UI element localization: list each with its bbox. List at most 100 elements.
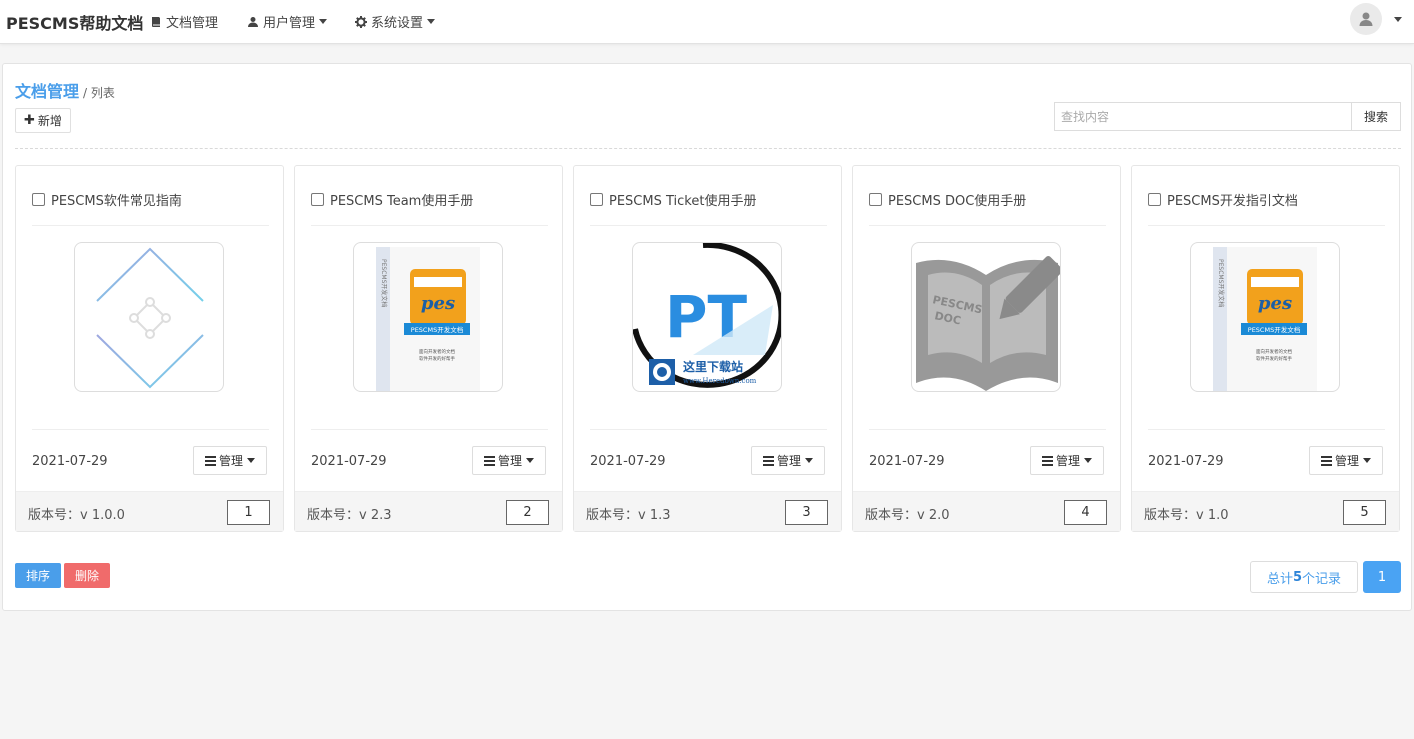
book-icon [152,16,160,27]
user-icon [248,16,258,27]
delete-button[interactable]: 删除 [64,563,110,588]
card-footer: 版本号：v 2.3 2 [295,491,562,531]
divider [15,148,1401,149]
card-checkbox[interactable] [32,193,45,206]
manage-label: 管理 [776,454,801,468]
version-label: 版本号：v 1.0.0 [28,508,125,523]
doc-book-icon: PESCMS DOC [916,256,1060,391]
divider [1148,429,1385,430]
chevron-down-icon [247,458,255,463]
divider [1148,225,1385,226]
chevron-down-icon [805,458,813,463]
sort-order-input[interactable]: 2 [506,500,549,525]
list-icon [204,454,216,468]
sort-order-input[interactable]: 5 [1343,500,1386,525]
card-thumbnail[interactable]: PT 这里下载站 www.Heredown.com [632,242,782,392]
card-checkbox[interactable] [1148,193,1161,206]
nav-settings[interactable]: 系统设置 [355,12,436,31]
sort-order-input[interactable]: 4 [1064,500,1107,525]
card-checkbox[interactable] [590,193,603,206]
manage-dropdown-button[interactable]: 管理 [751,446,825,475]
document-card: PESCMS软件常见指南 2021-07-29 管理 版本号：v 1.0.0 1 [15,165,284,532]
nav-documents[interactable]: 文档管理 [150,12,218,31]
chevron-down-icon [319,19,328,24]
card-title[interactable]: PESCMS DOC使用手册 [888,190,1026,209]
version-label: 版本号：v 1.0 [1144,508,1229,523]
total-count: 5 [1292,569,1303,585]
card-checkbox[interactable] [869,193,882,206]
svg-text:PESCMS开发文档: PESCMS开发文档 [380,259,388,307]
chevron-down-icon [1084,458,1092,463]
svg-text:面向开发者的文档: 面向开发者的文档 [419,348,455,355]
card-thumbnail[interactable]: PESCMS DOC [911,242,1061,392]
document-list-panel: 文档管理/ 列表 ✚ 新增 搜索 PESCMS软件常见指南 2021-07 [2,63,1412,611]
nav-users-label: 用户管理 [263,16,316,31]
user-avatar-icon [1359,12,1373,26]
chevron-down-icon[interactable] [1394,17,1402,22]
add-button[interactable]: ✚ 新增 [15,108,71,133]
document-card: PESCMS Team使用手册 PESCMS开发文档 pes PESCMS开发文… [294,165,563,532]
pagination-page-1[interactable]: 1 [1363,561,1401,593]
svg-text:PESCMS开发文档: PESCMS开发文档 [1217,259,1225,307]
svg-text:pes: pes [1258,293,1292,314]
pt-logo-icon: PT 这里下载站 www.Heredown.com [633,243,781,388]
version-label: 版本号：v 2.3 [307,508,392,523]
top-navbar: PESCMS帮助文档 文档管理 用户管理 系统设置 [0,0,1414,44]
manage-label: 管理 [1055,454,1080,468]
card-title[interactable]: PESCMS软件常见指南 [51,190,182,209]
breadcrumb: 文档管理 / 列表 [15,78,115,102]
list-icon [1041,454,1053,468]
gear-icon [355,15,367,28]
version-label: 版本号：v 1.3 [586,508,671,523]
divider [590,225,827,226]
nav-documents-label: 文档管理 [166,16,219,31]
search-input[interactable] [1054,102,1352,131]
sort-order-input[interactable]: 1 [227,500,270,525]
sort-button[interactable]: 排序 [15,563,61,588]
svg-text:软件开发的好帮手: 软件开发的好帮手 [419,355,455,362]
card-footer: 版本号：v 1.0 5 [1132,491,1399,531]
svg-text:www.Heredown.com: www.Heredown.com [683,377,757,385]
document-card: PESCMS Ticket使用手册 PT 这里下载站 www.Heredown.… [573,165,842,532]
card-title[interactable]: PESCMS Ticket使用手册 [609,190,756,209]
card-thumbnail[interactable]: PESCMS开发文档 pes PESCMS开发文档 面向开发者的文档 软件开发的… [353,242,503,392]
chevron-down-icon [526,458,534,463]
brand-title[interactable]: PESCMS帮助文档 [6,10,143,34]
card-footer: 版本号：v 1.0.0 1 [16,491,283,531]
card-thumbnail[interactable]: PESCMS开发文档 pes PESCMS开发文档 面向开发者的文档 软件开发的… [1190,242,1340,392]
nav-users[interactable]: 用户管理 [247,12,328,31]
card-date: 2021-07-29 [1148,454,1224,469]
plus-icon: ✚ [24,113,35,128]
manage-dropdown-button[interactable]: 管理 [193,446,267,475]
manage-label: 管理 [497,454,522,468]
card-footer: 版本号：v 1.3 3 [574,491,841,531]
breadcrumb-link[interactable]: 文档管理 [15,82,79,101]
manage-dropdown-button[interactable]: 管理 [1030,446,1104,475]
divider [869,225,1106,226]
card-title[interactable]: PESCMS Team使用手册 [330,190,473,209]
add-button-label: 新增 [37,114,62,128]
version-label: 版本号：v 2.0 [865,508,950,523]
card-title[interactable]: PESCMS开发指引文档 [1167,190,1298,209]
card-date: 2021-07-29 [32,454,108,469]
document-card: PESCMS DOC使用手册 PESCMS DOC 2021-07-29 管理 … [852,165,1121,532]
card-thumbnail[interactable] [74,242,224,392]
user-avatar[interactable] [1350,3,1382,35]
sort-order-input[interactable]: 3 [785,500,828,525]
document-card: PESCMS开发指引文档 PESCMS开发文档 pes PESCMS开发文档 面… [1131,165,1400,532]
manage-dropdown-button[interactable]: 管理 [1309,446,1383,475]
card-header: PESCMS软件常见指南 [32,190,182,209]
chevron-down-icon [427,19,436,24]
divider [311,429,548,430]
card-checkbox[interactable] [311,193,324,206]
svg-text:这里下载站: 这里下载站 [683,359,743,374]
divider [32,429,269,430]
breadcrumb-current: / 列表 [83,86,115,100]
manage-dropdown-button[interactable]: 管理 [472,446,546,475]
svg-text:PESCMS开发文档: PESCMS开发文档 [411,325,463,334]
search-button[interactable]: 搜索 [1351,102,1401,131]
card-header: PESCMS开发指引文档 [1148,190,1298,209]
card-header: PESCMS DOC使用手册 [869,190,1026,209]
total-records: 总计 5 个记录 [1250,561,1358,593]
divider [32,225,269,226]
